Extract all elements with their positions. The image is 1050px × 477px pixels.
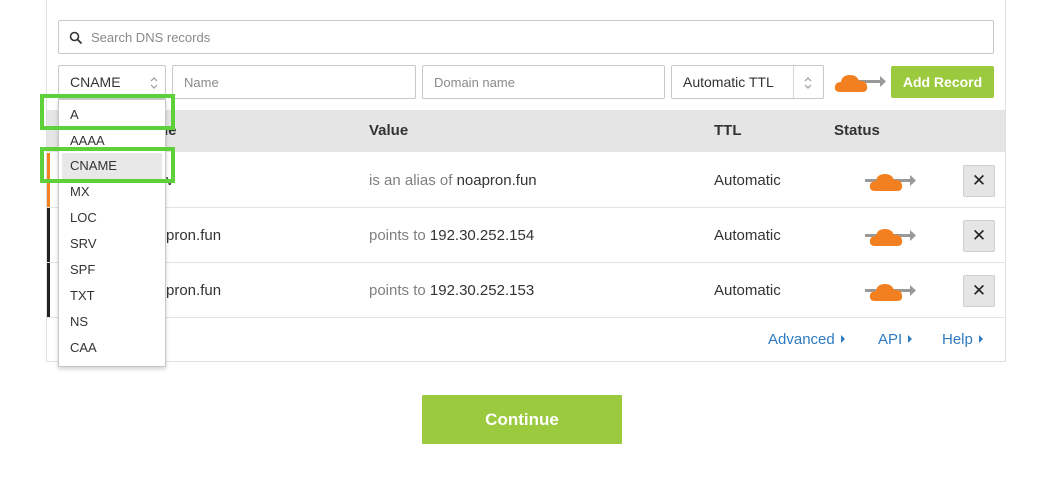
name-field[interactable]	[172, 65, 416, 99]
value-prefix: points to	[369, 282, 426, 299]
table-row: pron.fun points to 192.30.252.153 Automa…	[47, 263, 1005, 318]
search-icon	[69, 31, 83, 45]
search-box[interactable]	[58, 20, 994, 54]
cloud-proxy-icon[interactable]	[863, 168, 917, 194]
record-name: pron.fun	[166, 282, 222, 299]
updown-arrows-icon	[804, 77, 812, 89]
table-row: v is an alias of noapron.fun Automatic ✕	[47, 153, 1005, 208]
help-link-label: Help	[942, 331, 973, 348]
value-content: 192.30.252.153	[429, 282, 535, 299]
delete-button[interactable]: ✕	[963, 220, 995, 252]
dropdown-option-caa[interactable]: CAA	[59, 335, 165, 361]
value-content: noapron.fun	[456, 172, 537, 189]
cloud-proxy-icon[interactable]	[863, 223, 917, 249]
delete-button[interactable]: ✕	[963, 275, 995, 307]
record-value: is an alias of noapron.fun	[369, 172, 537, 189]
record-ttl: Automatic	[714, 227, 781, 244]
dropdown-option-txt[interactable]: TXT	[59, 283, 165, 309]
add-record-button[interactable]: Add Record	[891, 66, 994, 98]
col-status-header: Status	[834, 122, 880, 139]
row-type-indicator	[47, 263, 50, 317]
cloud-proxy-icon[interactable]	[863, 278, 917, 304]
cloud-proxy-icon[interactable]	[834, 70, 886, 96]
help-link[interactable]: Help	[942, 331, 983, 348]
record-value: points to 192.30.252.154	[369, 227, 534, 244]
caret-right-icon	[908, 335, 913, 343]
record-ttl: Automatic	[714, 282, 781, 299]
highlight-box-cname	[40, 147, 175, 183]
ttl-divider	[793, 66, 794, 98]
dropdown-option-loc[interactable]: LOC	[59, 205, 165, 231]
record-value: points to 192.30.252.153	[369, 282, 534, 299]
continue-button[interactable]: Continue	[422, 395, 622, 444]
dropdown-option-srv[interactable]: SRV	[59, 231, 165, 257]
dropdown-option-spf[interactable]: SPF	[59, 257, 165, 283]
api-link[interactable]: API	[878, 331, 913, 348]
col-ttl-header: TTL	[714, 122, 742, 139]
advanced-link[interactable]: Advanced	[768, 331, 845, 348]
record-ttl: Automatic	[714, 172, 781, 189]
ttl-value: Automatic TTL	[683, 74, 774, 90]
highlight-box-a	[40, 94, 175, 130]
record-name: pron.fun	[166, 227, 222, 244]
value-content: 192.30.252.154	[429, 227, 535, 244]
advanced-link-label: Advanced	[768, 331, 835, 348]
domain-field[interactable]	[422, 65, 665, 99]
updown-arrows-icon	[150, 77, 158, 89]
record-type-dropdown: A AAAA CNAME MX LOC SRV SPF TXT NS CAA	[58, 99, 166, 367]
domain-input[interactable]	[423, 66, 664, 98]
ttl-select[interactable]: Automatic TTL	[671, 65, 824, 99]
table-row: pron.fun points to 192.30.252.154 Automa…	[47, 208, 1005, 263]
api-link-label: API	[878, 331, 903, 348]
table-header: ne Value TTL Status	[47, 110, 1005, 152]
value-prefix: points to	[369, 227, 426, 244]
name-input[interactable]	[173, 66, 415, 98]
col-value-header: Value	[369, 122, 409, 139]
search-input[interactable]	[91, 21, 971, 53]
record-type-value: CNAME	[70, 74, 121, 90]
caret-right-icon	[840, 335, 845, 343]
value-prefix: is an alias of	[369, 172, 453, 189]
delete-button[interactable]: ✕	[963, 165, 995, 197]
caret-right-icon	[978, 335, 983, 343]
dropdown-option-ns[interactable]: NS	[59, 309, 165, 335]
row-type-indicator	[47, 208, 50, 262]
